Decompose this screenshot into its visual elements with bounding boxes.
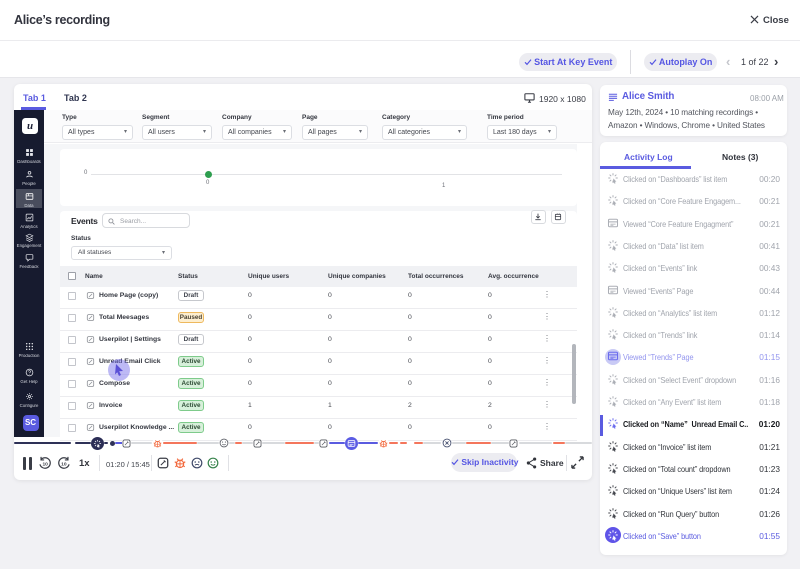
svg-text:10: 10 — [42, 461, 48, 467]
svg-text:10: 10 — [61, 461, 67, 467]
